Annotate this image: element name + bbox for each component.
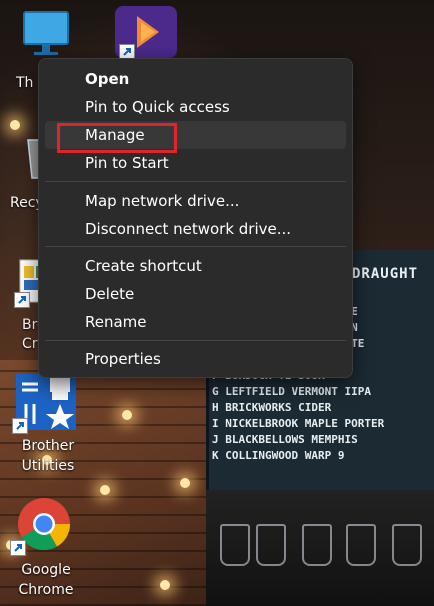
desktop-icon-this-pc[interactable]: Th: [6, 10, 86, 91]
bulb-decor: [10, 120, 20, 130]
bulb-decor: [160, 580, 170, 590]
menu-item-disconnect-drive[interactable]: Disconnect network drive...: [45, 215, 346, 243]
chrome-icon: [10, 496, 74, 556]
board-line: J BLACKBELLOWS MEMPHIS: [212, 433, 358, 446]
menu-item-properties[interactable]: Properties: [45, 345, 346, 373]
brother-utilities-icon: [12, 374, 76, 434]
desktop-icon-brother-utilities[interactable]: Brother Utilities: [6, 374, 86, 474]
menu-separator: [45, 340, 346, 341]
board-line: I NICKELBROOK MAPLE PORTER: [212, 417, 385, 430]
menu-separator: [45, 181, 346, 182]
desktop-icon-video-app[interactable]: [106, 6, 186, 60]
board-heading: DRAUGHT: [352, 266, 419, 282]
menu-item-pin-start[interactable]: Pin to Start: [45, 149, 346, 177]
shortcut-arrow-icon: [12, 418, 28, 434]
board-line: K COLLINGWOOD WARP 9: [212, 449, 345, 462]
menu-item-rename[interactable]: Rename: [45, 308, 346, 336]
menu-separator: [45, 246, 346, 247]
menu-item-pin-quick-access[interactable]: Pin to Quick access: [45, 93, 346, 121]
video-app-icon: [115, 6, 177, 60]
icon-label: Google Chrome: [18, 562, 74, 598]
menu-item-delete[interactable]: Delete: [45, 280, 346, 308]
board-line: G LEFTFIELD VERMONT IIPA: [212, 385, 371, 398]
menu-item-manage[interactable]: Manage: [45, 121, 346, 149]
board-line: H BRICKWORKS CIDER: [212, 401, 332, 414]
shelf-decor: [206, 490, 434, 606]
bulb-decor: [100, 485, 110, 495]
shortcut-arrow-icon: [14, 292, 30, 308]
shortcut-arrow-icon: [10, 540, 26, 556]
menu-item-map-drive[interactable]: Map network drive...: [45, 187, 346, 215]
menu-item-create-shortcut[interactable]: Create shortcut: [45, 252, 346, 280]
bulb-decor: [180, 478, 190, 488]
monitor-icon: [18, 10, 74, 62]
bulb-decor: [122, 410, 132, 420]
icon-label: Brother Utilities: [21, 438, 75, 474]
context-menu: Open Pin to Quick access Manage Pin to S…: [38, 58, 353, 378]
menu-item-open[interactable]: Open: [45, 65, 346, 93]
icon-label: Th: [16, 75, 34, 91]
desktop-icon-google-chrome[interactable]: Google Chrome: [4, 496, 84, 598]
